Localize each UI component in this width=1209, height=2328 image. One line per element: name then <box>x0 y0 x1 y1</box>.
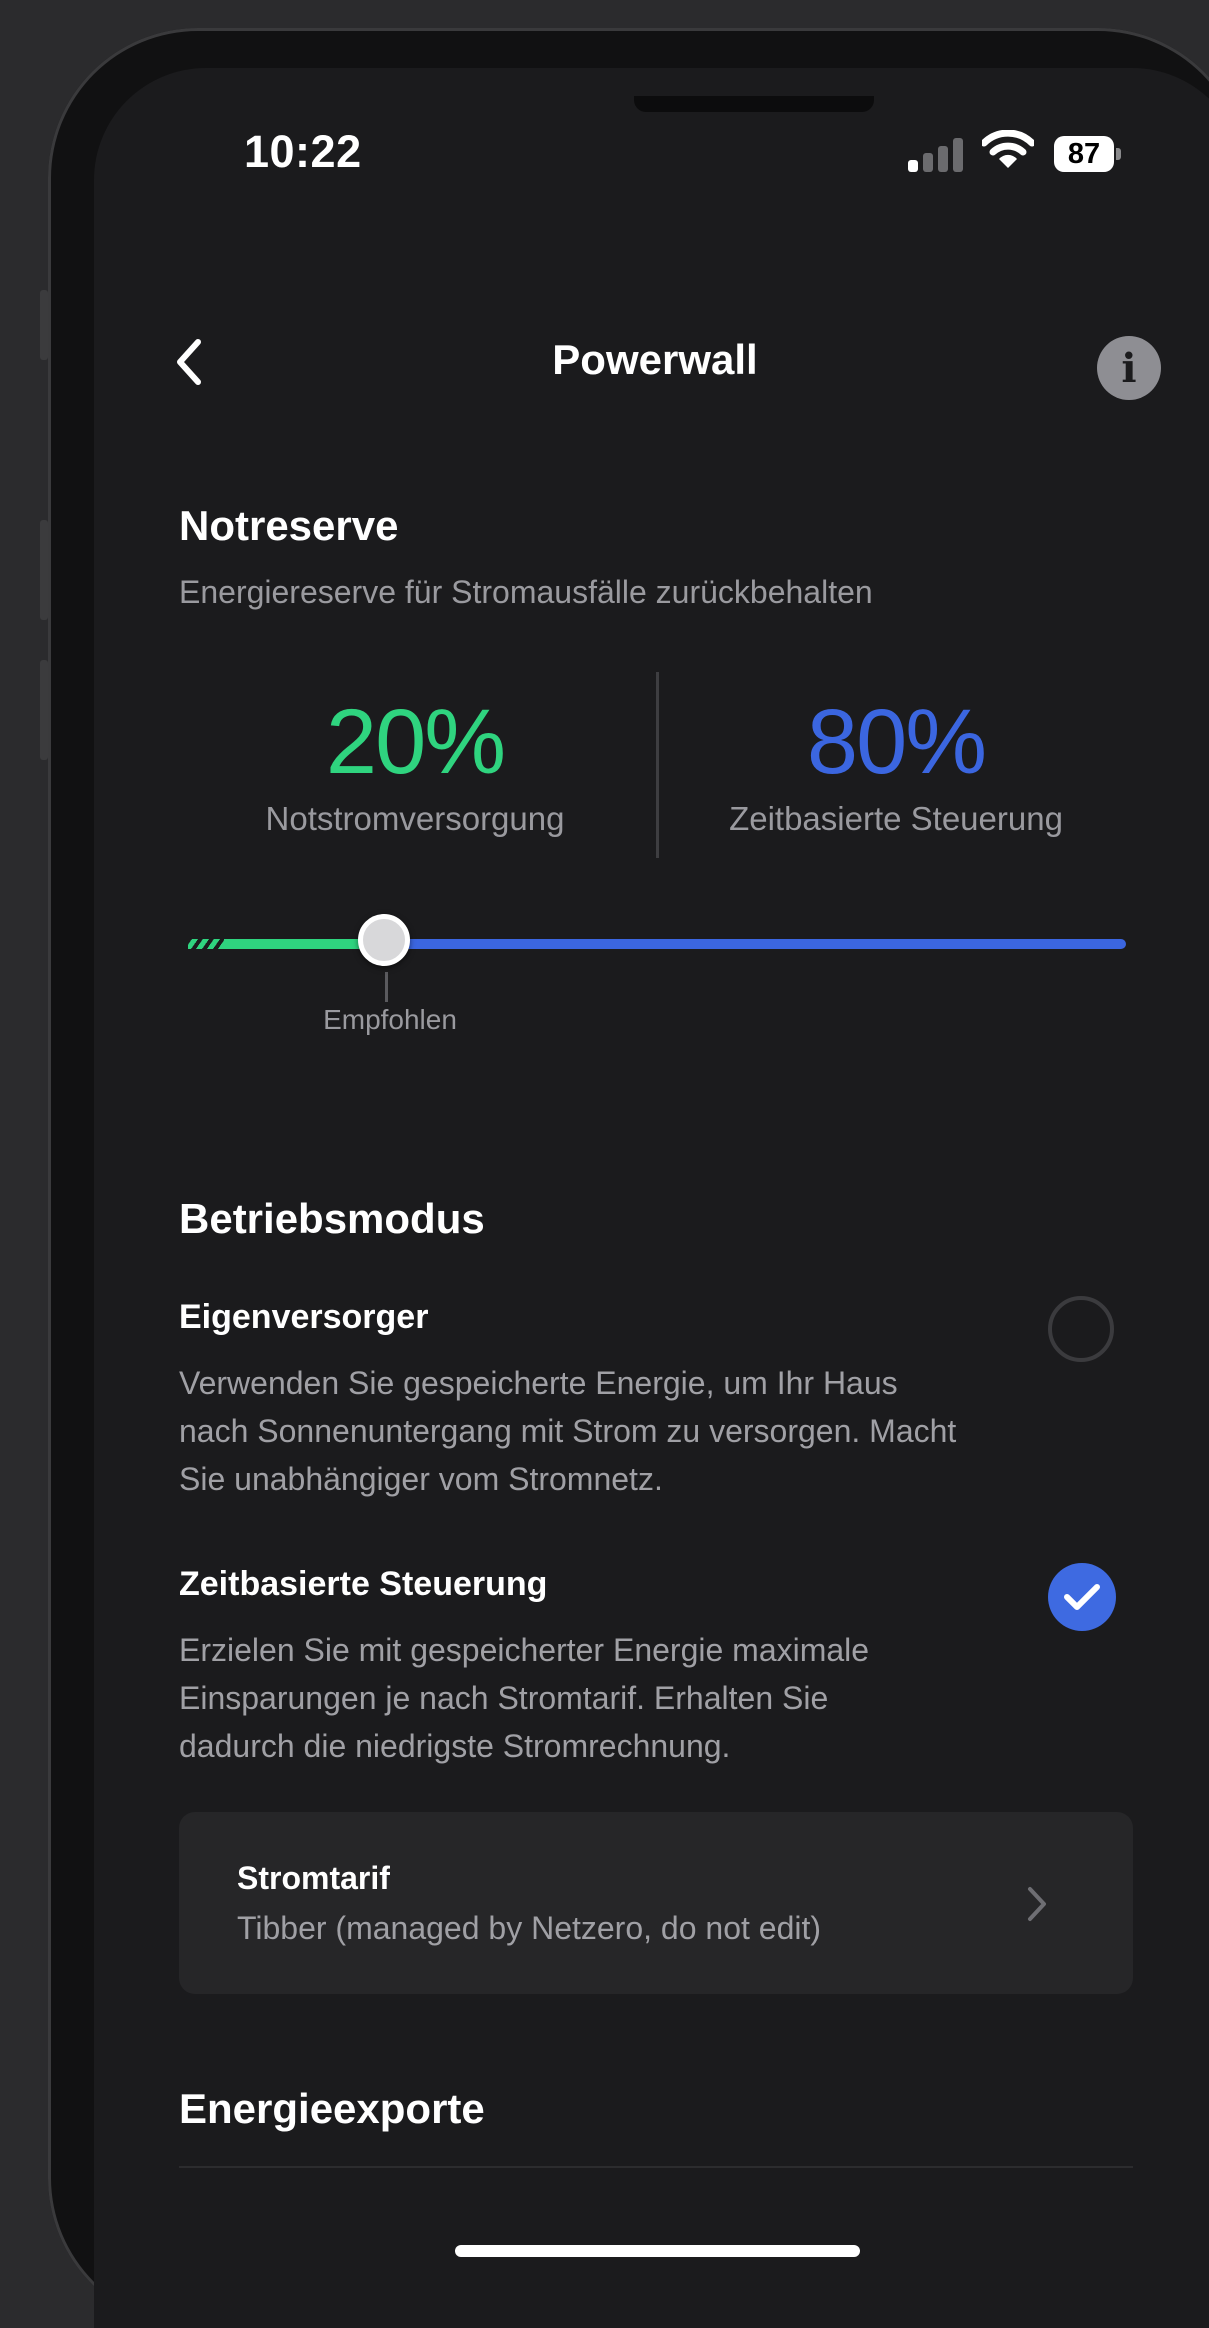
reserve-subtitle: Energiereserve für Stromausfälle zurückb… <box>179 574 873 610</box>
mode-option-time-based-title[interactable]: Zeitbasierte Steuerung <box>179 1565 547 1604</box>
mode-option-time-based-desc: Erzielen Sie mit gespeicherter Energie m… <box>179 1632 870 1764</box>
reserve-title: Notreserve <box>179 502 399 549</box>
side-button <box>40 520 48 620</box>
dynamic-island-edge <box>634 96 874 112</box>
slider-track-time-based[interactable] <box>384 939 1126 949</box>
time-based-stat: 80% Zeitbasierte Steuerung <box>686 692 1106 838</box>
mode-radio-self-powered[interactable] <box>1048 1296 1114 1362</box>
tariff-card[interactable] <box>179 1812 1133 1994</box>
recommended-label: Empfohlen <box>323 1004 457 1035</box>
home-indicator[interactable] <box>455 2245 860 2257</box>
cellular-signal-icon <box>908 136 964 172</box>
export-title: Energieexporte <box>179 2085 485 2132</box>
battery-icon: 87 <box>1054 136 1121 172</box>
backup-percent: 20% <box>325 691 506 793</box>
side-button <box>40 660 48 760</box>
tariff-title: Stromtarif <box>237 1860 390 1896</box>
wifi-icon <box>982 130 1034 168</box>
time-based-label: Zeitbasierte Steuerung <box>729 800 1063 837</box>
stat-divider <box>656 672 659 858</box>
backup-label: Notstromversorgung <box>265 800 565 837</box>
battery-level: 87 <box>1054 136 1114 172</box>
section-divider <box>179 2166 1133 2168</box>
info-icon[interactable]: i <box>1097 336 1161 400</box>
backup-stat: 20% Notstromversorgung <box>205 692 625 838</box>
checkmark-icon <box>1064 1584 1100 1610</box>
reserve-slider-thumb[interactable] <box>358 914 410 966</box>
tariff-value: Tibber (managed by Netzero, do not edit) <box>237 1910 822 1946</box>
time-based-percent: 80% <box>806 691 987 793</box>
mode-option-self-powered-desc: Verwenden Sie gespeicherte Energie, um I… <box>179 1365 957 1497</box>
back-button[interactable] <box>170 334 210 390</box>
mode-radio-time-based[interactable] <box>1048 1563 1116 1631</box>
side-button <box>40 290 48 360</box>
page-title: Powerwall <box>552 336 758 383</box>
mode-option-self-powered-title[interactable]: Eigenversorger <box>179 1298 428 1337</box>
chevron-right-icon <box>1028 1887 1046 1921</box>
mode-title: Betriebsmodus <box>179 1195 485 1242</box>
recommended-tick <box>385 972 388 1002</box>
status-time: 10:22 <box>244 126 362 177</box>
slider-track-minimum <box>188 939 224 949</box>
